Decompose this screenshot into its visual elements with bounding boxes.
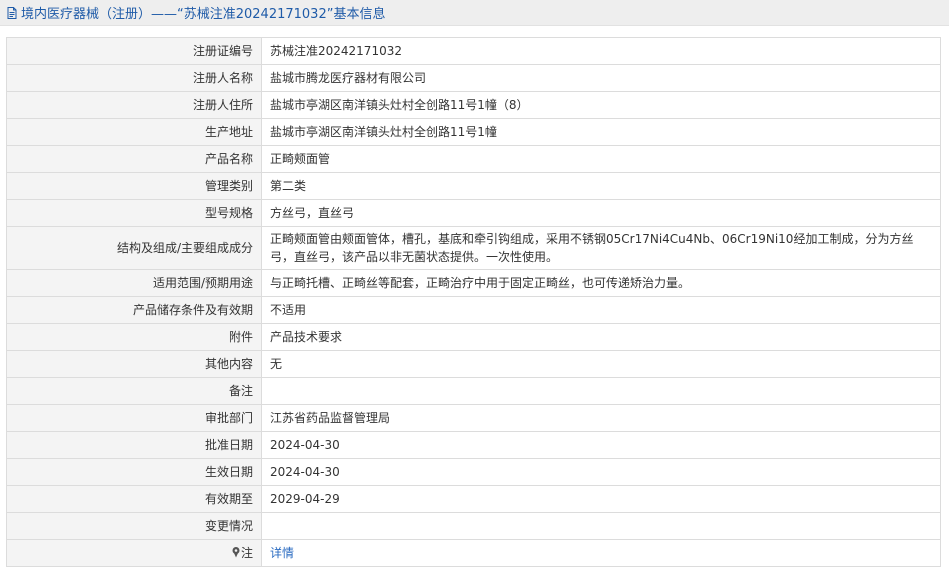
row-value: 第二类: [261, 172, 941, 200]
row-label: 注册人名称: [6, 64, 262, 92]
table-row: 变更情况: [6, 512, 941, 540]
table-row: 型号规格 方丝弓，直丝弓: [6, 199, 941, 227]
table-row: 注册人住所 盐城市亭湖区南洋镇头灶村全创路11号1幢（8）: [6, 91, 941, 119]
row-value: 2024-04-30: [261, 431, 941, 459]
row-label: 其他内容: [6, 350, 262, 378]
table-row: 备注: [6, 377, 941, 405]
row-label: 有效期至: [6, 485, 262, 513]
table-row: 注册证编号 苏械注准20242171032: [6, 37, 941, 65]
table-row: 管理类别 第二类: [6, 172, 941, 200]
table-row: 生效日期 2024-04-30: [6, 458, 941, 486]
row-label: 审批部门: [6, 404, 262, 432]
row-value: 盐城市亭湖区南洋镇头灶村全创路11号1幢: [261, 118, 941, 146]
table-row: 批准日期 2024-04-30: [6, 431, 941, 459]
row-label: 产品储存条件及有效期: [6, 296, 262, 324]
table-row: 有效期至 2029-04-29: [6, 485, 941, 513]
row-value: 盐城市腾龙医疗器材有限公司: [261, 64, 941, 92]
document-icon: [5, 6, 19, 20]
table-row: 结构及组成/主要组成成分 正畸颊面管由颊面管体，槽孔，基底和牵引钩组成，采用不锈…: [6, 226, 941, 270]
table-row-note: 注 详情: [6, 539, 941, 567]
row-label: 生效日期: [6, 458, 262, 486]
note-label-cell: 注: [6, 539, 262, 567]
info-table: 注册证编号 苏械注准20242171032 注册人名称 盐城市腾龙医疗器材有限公…: [6, 37, 941, 567]
row-value: [261, 512, 941, 540]
row-value: 2029-04-29: [261, 485, 941, 513]
row-label: 备注: [6, 377, 262, 405]
row-value: 产品技术要求: [261, 323, 941, 351]
row-label: 批准日期: [6, 431, 262, 459]
row-label: 适用范围/预期用途: [6, 269, 262, 297]
row-value: 正畸颊面管由颊面管体，槽孔，基底和牵引钩组成，采用不锈钢05Cr17Ni4Cu4…: [261, 226, 941, 270]
row-label: 型号规格: [6, 199, 262, 227]
table-row: 产品储存条件及有效期 不适用: [6, 296, 941, 324]
table-row: 产品名称 正畸颊面管: [6, 145, 941, 173]
table-row: 附件 产品技术要求: [6, 323, 941, 351]
table-row: 生产地址 盐城市亭湖区南洋镇头灶村全创路11号1幢: [6, 118, 941, 146]
table-row: 审批部门 江苏省药品监督管理局: [6, 404, 941, 432]
page-title: 境内医疗器械（注册）——“苏械注准20242171032”基本信息: [21, 7, 386, 22]
table-row: 其他内容 无: [6, 350, 941, 378]
row-value: [261, 377, 941, 405]
row-value: 不适用: [261, 296, 941, 324]
details-link[interactable]: 详情: [270, 546, 294, 560]
note-label: 注: [240, 546, 253, 560]
row-value: 盐城市亭湖区南洋镇头灶村全创路11号1幢（8）: [261, 91, 941, 119]
row-label: 注册人住所: [6, 91, 262, 119]
row-label: 注册证编号: [6, 37, 262, 65]
table-row: 适用范围/预期用途 与正畸托槽、正畸丝等配套，正畸治疗中用于固定正畸丝，也可传递…: [6, 269, 941, 297]
row-label: 附件: [6, 323, 262, 351]
row-value: 与正畸托槽、正畸丝等配套，正畸治疗中用于固定正畸丝，也可传递矫治力量。: [261, 269, 941, 297]
row-value: 2024-04-30: [261, 458, 941, 486]
row-value: 江苏省药品监督管理局: [261, 404, 941, 432]
row-label: 产品名称: [6, 145, 262, 173]
note-value-cell: 详情: [261, 539, 941, 567]
row-label: 管理类别: [6, 172, 262, 200]
page-title-bar: 境内医疗器械（注册）——“苏械注准20242171032”基本信息: [0, 0, 949, 26]
row-value: 正畸颊面管: [261, 145, 941, 173]
table-row: 注册人名称 盐城市腾龙医疗器材有限公司: [6, 64, 941, 92]
row-value: 方丝弓，直丝弓: [261, 199, 941, 227]
row-label: 变更情况: [6, 512, 262, 540]
pin-icon: [231, 545, 241, 558]
row-value: 无: [261, 350, 941, 378]
row-label: 结构及组成/主要组成成分: [6, 226, 262, 270]
row-value: 苏械注准20242171032: [261, 37, 941, 65]
row-label: 生产地址: [6, 118, 262, 146]
